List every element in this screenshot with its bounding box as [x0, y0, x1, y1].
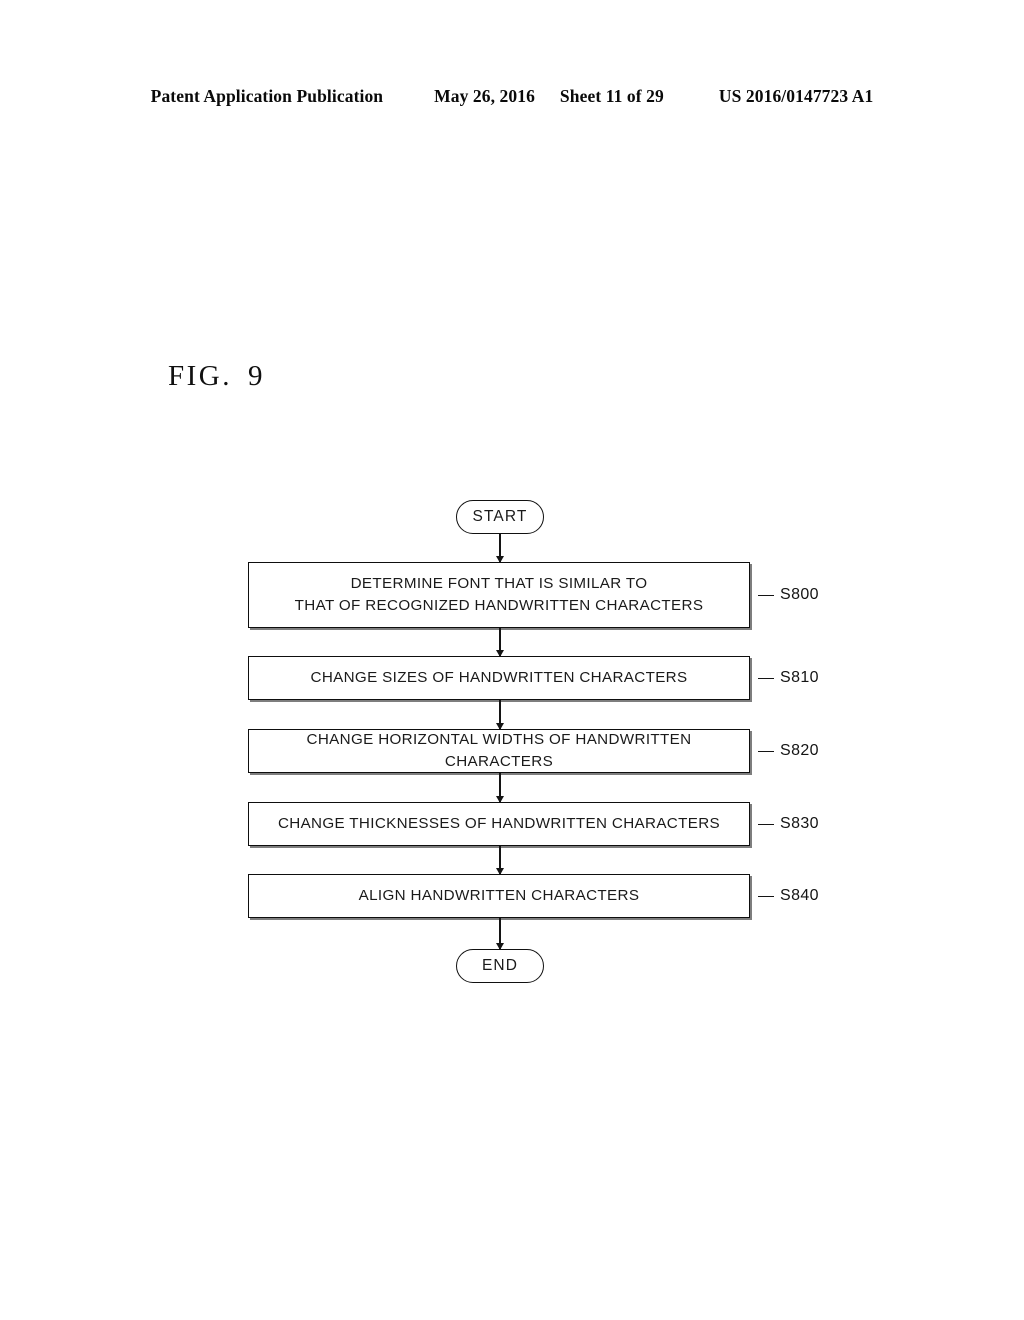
process-box-s800-line1: DETERMINE FONT THAT IS SIMILAR TO: [350, 574, 648, 592]
connector-s840-to-end: [495, 918, 504, 950]
process-box-s800: DETERMINE FONT THAT IS SIMILAR TO THAT O…: [248, 562, 750, 628]
process-box-s840: ALIGN HANDWRITTEN CHARACTERS: [248, 874, 750, 918]
step-label-s810-text: S810: [780, 669, 819, 686]
process-box-s800-text: DETERMINE FONT THAT IS SIMILAR TO THAT O…: [285, 573, 714, 617]
process-box-s820-text: CHANGE HORIZONTAL WIDTHS OF HANDWRITTEN …: [306, 730, 692, 770]
connector-s810-to-s820: [495, 700, 504, 730]
leader-line: [758, 823, 774, 825]
leader-line: [758, 750, 774, 752]
process-box-s820: CHANGE HORIZONTAL WIDTHS OF HANDWRITTEN …: [248, 729, 750, 773]
flowchart-end-label: END: [481, 957, 519, 975]
step-label-s840: S840: [758, 886, 819, 906]
flowchart-start-label: START: [472, 508, 528, 526]
process-box-s800-line2: THAT OF RECOGNIZED HANDWRITTEN CHARACTER…: [294, 597, 704, 614]
process-box-s830-text: CHANGE THICKNESSES OF HANDWRITTEN CHARAC…: [277, 814, 721, 832]
connector-start-to-s800: [495, 534, 504, 563]
step-label-s840-text: S840: [780, 887, 819, 904]
leader-line: [758, 677, 774, 679]
flowchart-end-terminal: END: [456, 949, 544, 983]
step-label-s830: S830: [758, 814, 819, 834]
leader-line: [758, 594, 774, 596]
flowchart-start-terminal: START: [456, 500, 544, 534]
connector-s830-to-s840: [495, 846, 504, 875]
step-label-s820-text: S820: [780, 742, 819, 759]
process-box-s810: CHANGE SIZES OF HANDWRITTEN CHARACTERS: [248, 656, 750, 700]
step-label-s810: S810: [758, 668, 819, 688]
process-box-s830: CHANGE THICKNESSES OF HANDWRITTEN CHARAC…: [248, 802, 750, 846]
leader-line: [758, 895, 774, 897]
step-label-s820: S820: [758, 741, 819, 761]
step-label-s800: S800: [758, 585, 819, 605]
step-label-s830-text: S830: [780, 815, 819, 832]
step-label-s800-text: S800: [780, 586, 819, 603]
process-box-s810-text: CHANGE SIZES OF HANDWRITTEN CHARACTERS: [310, 668, 688, 686]
process-box-s840-text: ALIGN HANDWRITTEN CHARACTERS: [358, 886, 640, 904]
connector-s820-to-s830: [495, 773, 504, 803]
connector-s800-to-s810: [495, 628, 504, 657]
flowchart-diagram: START DETERMINE FONT THAT IS SIMILAR TO …: [0, 0, 1024, 1320]
